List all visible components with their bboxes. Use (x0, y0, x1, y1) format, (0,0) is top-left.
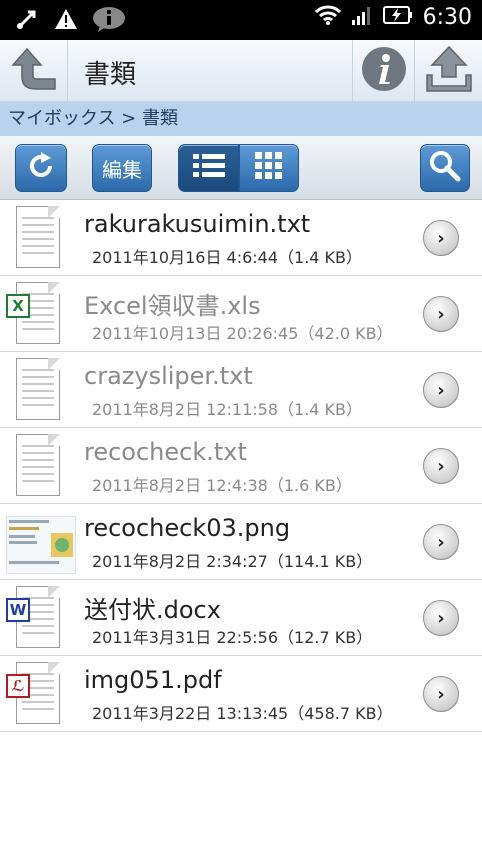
title-bar: 書類 (0, 40, 482, 102)
text-file-icon (6, 434, 64, 498)
file-row[interactable]: X Excel領収書.xls 2011年10月13日 20:26:45（42.0… (0, 276, 482, 352)
upload-button[interactable] (414, 40, 482, 102)
back-arrow-icon (9, 45, 59, 97)
file-name: Excel領収書.xls (84, 292, 261, 320)
file-row[interactable]: recocheck.txt 2011年8月2日 12:4:38（1.6 KB） … (0, 428, 482, 504)
text-file-icon (6, 358, 64, 422)
refresh-icon (26, 151, 56, 185)
breadcrumb: マイボックス > 書類 (0, 102, 482, 136)
search-button[interactable] (420, 144, 470, 192)
edit-button[interactable]: 編集 (92, 144, 152, 192)
file-meta: 2011年8月2日 12:4:38（1.6 KB） (92, 476, 352, 495)
clock-time: 6:30 (422, 4, 472, 30)
file-meta: 2011年8月2日 2:34:27（114.1 KB） (92, 552, 373, 571)
file-name: crazysliper.txt (84, 362, 253, 390)
grid-view-toggle[interactable] (239, 144, 299, 192)
message-icon (92, 6, 126, 36)
pdf-badge-icon: ℒ (6, 674, 30, 698)
excel-file-icon: X (6, 282, 64, 346)
text-file-icon (6, 206, 64, 270)
file-meta: 2011年8月2日 12:11:58（1.4 KB） (92, 400, 363, 419)
battery-charging-icon (382, 4, 413, 30)
refresh-button[interactable] (15, 144, 67, 192)
file-row[interactable]: W 送付状.docx 2011年3月31日 22:5:56（12.7 KB） › (0, 580, 482, 656)
file-meta: 2011年10月13日 20:26:45（42.0 KB） (92, 324, 393, 343)
list-view-icon (192, 152, 226, 184)
usb-debug-icon (14, 6, 40, 36)
file-name: 送付状.docx (84, 596, 221, 624)
pdf-file-icon: ℒ (6, 662, 64, 726)
grid-view-icon (254, 151, 284, 185)
toolbar: 編集 (0, 136, 482, 200)
file-meta: 2011年3月22日 13:13:45（458.7 KB） (92, 704, 393, 723)
warning-icon (54, 7, 78, 35)
file-meta: 2011年3月31日 22:5:56（12.7 KB） (92, 628, 373, 647)
file-row[interactable]: ℒ img051.pdf 2011年3月22日 13:13:45（458.7 K… (0, 656, 482, 732)
info-icon (361, 46, 407, 96)
chevron-right-icon[interactable]: › (423, 676, 459, 712)
chevron-right-icon[interactable]: › (423, 524, 459, 560)
search-icon (429, 150, 461, 186)
chevron-right-icon[interactable]: › (423, 448, 459, 484)
upload-icon (424, 45, 474, 97)
status-bar: 6:30 (0, 0, 482, 40)
wifi-icon (314, 4, 341, 30)
file-meta: 2011年10月16日 4:6:44（1.4 KB） (92, 248, 363, 267)
file-row[interactable]: recocheck03.png 2011年8月2日 2:34:27（114.1 … (0, 504, 482, 580)
info-button[interactable] (352, 40, 414, 102)
chevron-right-icon[interactable]: › (423, 372, 459, 408)
word-badge-icon: W (6, 598, 30, 622)
file-name: recocheck03.png (84, 514, 291, 542)
file-name: img051.pdf (84, 666, 222, 694)
back-button[interactable] (0, 40, 68, 102)
word-file-icon: W (6, 586, 64, 650)
file-name: recocheck.txt (84, 438, 247, 466)
file-row[interactable]: crazysliper.txt 2011年8月2日 12:11:58（1.4 K… (0, 352, 482, 428)
chevron-right-icon[interactable]: › (423, 220, 459, 256)
image-thumbnail (6, 510, 76, 574)
file-row[interactable]: rakurakusuimin.txt 2011年10月16日 4:6:44（1.… (0, 200, 482, 276)
list-view-toggle[interactable] (178, 144, 239, 192)
signal-icon (351, 4, 373, 30)
chevron-right-icon[interactable]: › (423, 600, 459, 636)
page-title: 書類 (84, 60, 137, 90)
chevron-right-icon[interactable]: › (423, 296, 459, 332)
excel-badge-icon: X (6, 294, 30, 318)
file-list: rakurakusuimin.txt 2011年10月16日 4:6:44（1.… (0, 200, 482, 732)
file-name: rakurakusuimin.txt (84, 210, 311, 238)
